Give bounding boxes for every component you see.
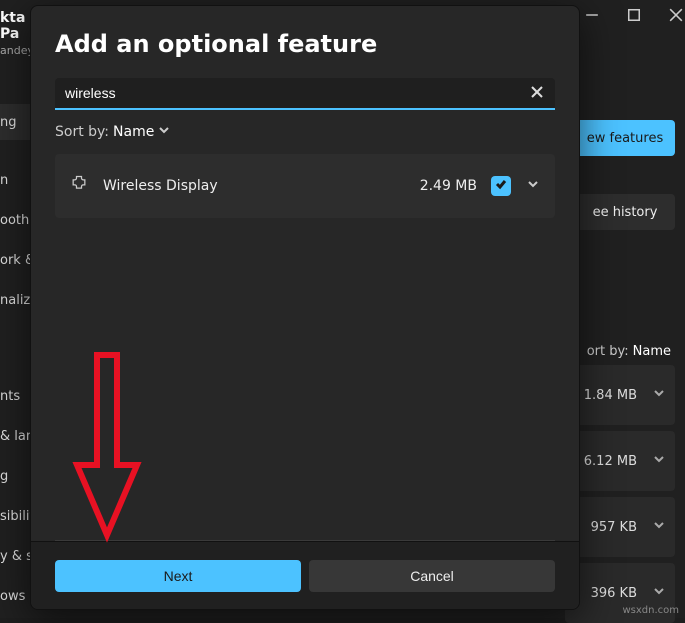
cancel-button[interactable]: Cancel xyxy=(309,560,555,592)
feature-row[interactable]: 957 KB xyxy=(565,497,675,557)
view-features-button[interactable]: ew features xyxy=(575,120,675,156)
feature-size: 6.12 MB xyxy=(584,454,637,469)
chevron-down-icon xyxy=(653,519,665,535)
add-feature-dialog: Add an optional feature Sort by: Name Wi… xyxy=(30,5,580,610)
clear-search-button[interactable] xyxy=(527,84,547,104)
feature-size: 1.84 MB xyxy=(584,388,637,403)
bg-sort-by[interactable]: ort by: Name xyxy=(565,344,675,359)
maximize-button[interactable] xyxy=(627,8,641,22)
feature-size: 2.49 MB xyxy=(420,178,477,194)
search-wrapper xyxy=(55,78,555,110)
minimize-button[interactable] xyxy=(585,8,599,22)
sort-prefix: Sort by: xyxy=(55,124,109,140)
search-input[interactable] xyxy=(55,78,555,110)
feature-size: 957 KB xyxy=(591,520,637,535)
chevron-down-icon xyxy=(653,585,665,601)
feature-name: Wireless Display xyxy=(103,178,406,194)
close-icon xyxy=(531,86,543,102)
results-area xyxy=(55,218,555,540)
content-fragment: ew features ee history ort by: Name 1.84… xyxy=(565,120,675,618)
feature-row[interactable]: 1.84 MB xyxy=(565,365,675,425)
chevron-down-icon xyxy=(653,453,665,469)
feature-result-row[interactable]: Wireless Display 2.49 MB xyxy=(55,154,555,218)
extension-icon xyxy=(69,174,89,198)
expand-button[interactable] xyxy=(525,178,541,194)
close-window-button[interactable] xyxy=(669,8,683,22)
sort-by-dropdown[interactable]: Sort by: Name xyxy=(55,124,555,140)
chevron-down-icon xyxy=(527,178,539,194)
feature-row[interactable]: 6.12 MB xyxy=(565,431,675,491)
see-history-button[interactable]: ee history xyxy=(575,194,675,230)
check-icon xyxy=(495,178,507,194)
chevron-down-icon xyxy=(653,387,665,403)
user-sub: andey xyxy=(0,44,34,57)
next-button[interactable]: Next xyxy=(55,560,301,592)
feature-size: 396 KB xyxy=(591,586,637,601)
watermark: wsxdn.com xyxy=(622,605,679,616)
feature-checkbox[interactable] xyxy=(491,176,511,196)
dialog-title: Add an optional feature xyxy=(55,30,555,58)
chevron-down-icon xyxy=(158,124,170,140)
user-name: kta Pa xyxy=(0,10,25,42)
dialog-footer: Next Cancel xyxy=(31,541,579,609)
sort-value: Name xyxy=(113,124,154,140)
